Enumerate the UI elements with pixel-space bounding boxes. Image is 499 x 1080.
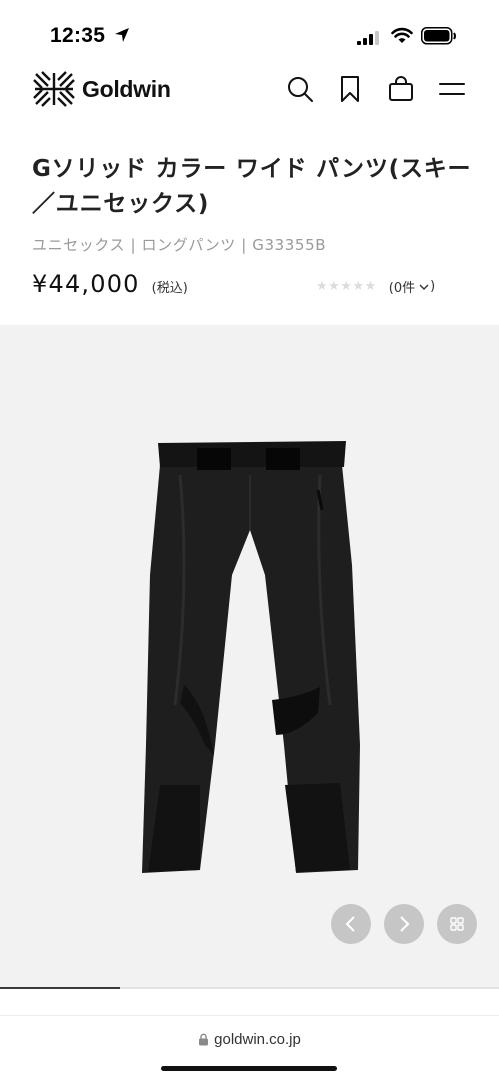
rating-stars: ★★★★★ bbox=[316, 279, 377, 294]
gallery-next-button[interactable] bbox=[384, 904, 424, 944]
url-row[interactable]: goldwin.co.jp bbox=[0, 1031, 499, 1048]
menu-icon bbox=[439, 83, 465, 95]
site-header: Goldwin bbox=[0, 60, 499, 118]
status-bar: 12:35 bbox=[0, 0, 499, 60]
review-count-link[interactable]: (0件 ) bbox=[389, 277, 435, 296]
gallery-prev-button[interactable] bbox=[331, 904, 371, 944]
lock-icon bbox=[199, 1033, 209, 1046]
status-time: 12:35 bbox=[50, 24, 106, 47]
goldwin-logo[interactable]: Goldwin bbox=[32, 70, 171, 108]
search-button[interactable] bbox=[285, 74, 315, 104]
chevron-down-icon bbox=[419, 284, 429, 290]
product-meta: ユニセックス | ロングパンツ | G33355B bbox=[32, 236, 327, 254]
gallery-progress-track bbox=[0, 987, 499, 989]
rating-summary: ★★★★★ (0件 ) bbox=[316, 277, 435, 296]
goldwin-logo-mark-icon bbox=[33, 71, 75, 107]
bookmark-icon bbox=[341, 76, 359, 102]
browser-address-bar[interactable]: goldwin.co.jp bbox=[0, 1015, 499, 1080]
grid-icon bbox=[450, 917, 464, 931]
chevron-left-icon bbox=[345, 916, 355, 932]
wifi-icon bbox=[391, 27, 413, 48]
location-arrow-icon bbox=[114, 27, 130, 47]
product-gallery[interactable] bbox=[0, 325, 499, 988]
review-count-label: (0件 bbox=[388, 281, 416, 296]
gallery-grid-button[interactable] bbox=[437, 904, 477, 944]
product-image-pants bbox=[142, 441, 360, 873]
brand-name: Goldwin bbox=[82, 75, 171, 102]
battery-icon bbox=[421, 27, 457, 49]
url-text: goldwin.co.jp bbox=[214, 1031, 301, 1048]
menu-button[interactable] bbox=[437, 74, 467, 104]
cellular-signal-icon bbox=[357, 30, 379, 49]
bookmark-button[interactable] bbox=[335, 74, 365, 104]
home-indicator[interactable] bbox=[161, 1066, 337, 1071]
gallery-progress-fill bbox=[0, 987, 120, 989]
review-count-close: ) bbox=[430, 279, 436, 294]
search-icon bbox=[288, 77, 313, 102]
product-title: Gソリッド カラー ワイド パンツ(スキー／ユニセックス) bbox=[32, 156, 472, 217]
price-row: ¥44,000 (税込) bbox=[32, 270, 188, 298]
chevron-right-icon bbox=[400, 916, 410, 932]
product-price: ¥44,000 bbox=[32, 270, 140, 298]
tax-label: (税込) bbox=[151, 281, 188, 296]
cart-button[interactable] bbox=[386, 74, 416, 104]
cart-icon bbox=[389, 76, 413, 101]
